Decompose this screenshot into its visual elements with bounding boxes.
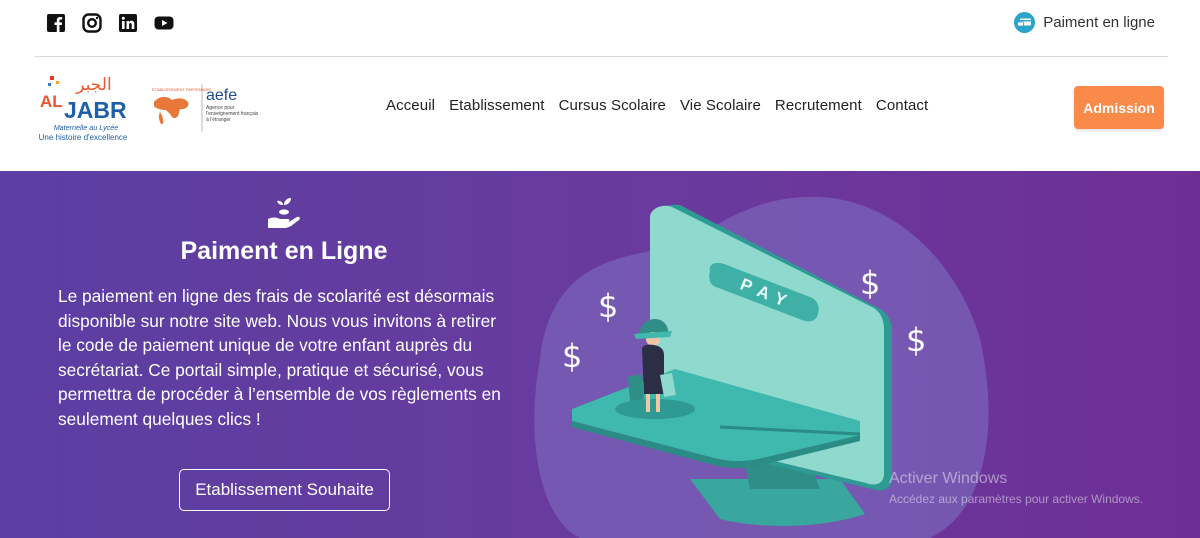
facebook-icon[interactable] xyxy=(46,13,66,33)
hand-with-coin-icon xyxy=(268,198,300,228)
svg-text:$: $ xyxy=(562,337,582,375)
admission-button[interactable]: Admission xyxy=(1074,86,1164,129)
svg-text:Une histoire d'excellence: Une histoire d'excellence xyxy=(39,133,128,142)
nav-item-etablissement[interactable]: Etablissement xyxy=(449,97,545,114)
online-payment-link[interactable]: Paiment en ligne xyxy=(1014,12,1155,33)
watermark-title: Activer Windows xyxy=(889,470,1008,487)
top-bar: Paiment en ligne xyxy=(0,0,1200,47)
svg-text:$: $ xyxy=(860,264,880,302)
svg-text:JABR: JABR xyxy=(64,97,127,123)
main-header: الجبر AL JABR Maternelle au Lycée Une hi… xyxy=(0,57,1200,171)
nav-item-acceuil[interactable]: Acceuil xyxy=(386,97,435,114)
payment-icon xyxy=(1014,12,1036,33)
instagram-icon[interactable] xyxy=(82,13,102,33)
svg-text:Maternelle au Lycée: Maternelle au Lycée xyxy=(54,123,119,132)
watermark-subtitle: Accédez aux paramètres pour activer Wind… xyxy=(889,492,1144,506)
nav-item-recrutement[interactable]: Recrutement xyxy=(775,97,862,114)
hero-title: Paiment en Ligne xyxy=(180,237,388,265)
aefe-logo[interactable]: ÉTABLISSEMENT PARTENAIRE aefe Agence pou… xyxy=(150,80,280,135)
svg-text:AL: AL xyxy=(40,92,63,111)
svg-text:الجبر: الجبر xyxy=(75,75,111,95)
svg-text:$: $ xyxy=(906,321,926,359)
al-jabr-logo[interactable]: الجبر AL JABR Maternelle au Lycée Une hi… xyxy=(36,72,136,144)
hero-description: Le paiement en ligne des frais de scolar… xyxy=(58,286,501,429)
main-nav: Acceuil Etablissement Cursus Scolaire Vi… xyxy=(386,97,942,114)
social-links xyxy=(46,13,174,33)
select-school-button[interactable]: Etablissement Souhaite xyxy=(179,469,390,511)
svg-text:ÉTABLISSEMENT PARTENAIRE: ÉTABLISSEMENT PARTENAIRE xyxy=(152,87,211,92)
windows-activation-watermark: Activer Windows Accédez aux paramètres p… xyxy=(889,470,1143,506)
svg-text:$: $ xyxy=(598,287,618,325)
nav-item-vie-scolaire[interactable]: Vie Scolaire xyxy=(680,97,761,114)
linkedin-icon[interactable] xyxy=(118,13,138,33)
nav-item-contact[interactable]: Contact xyxy=(876,97,928,114)
online-payment-label: Paiment en ligne xyxy=(1043,14,1155,31)
svg-text:aefe: aefe xyxy=(206,87,237,104)
nav-item-cursus-scolaire[interactable]: Cursus Scolaire xyxy=(559,97,666,114)
youtube-icon[interactable] xyxy=(154,13,174,33)
svg-text:à l'étranger: à l'étranger xyxy=(206,117,231,123)
